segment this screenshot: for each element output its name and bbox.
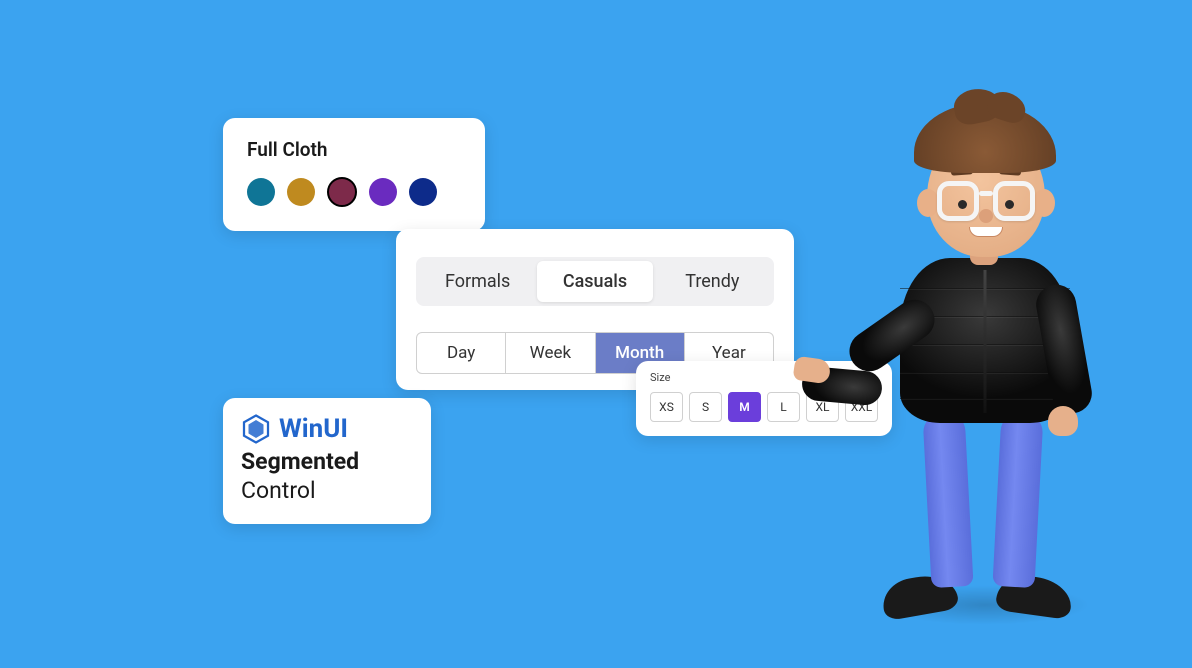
size-l[interactable]: L: [767, 392, 800, 422]
winui-logo-icon: [241, 414, 271, 444]
segment-formals[interactable]: Formals: [420, 261, 535, 302]
full-cloth-title: Full Cloth: [247, 138, 461, 161]
style-segmented-control: Formals Casuals Trendy: [416, 257, 774, 306]
full-cloth-card: Full Cloth: [223, 118, 485, 231]
swatch-teal[interactable]: [247, 178, 275, 206]
size-s[interactable]: S: [689, 392, 722, 422]
title-card: WinUI Segmented Control: [223, 398, 431, 524]
swatch-maroon[interactable]: [327, 177, 357, 207]
character-illustration: [872, 95, 1102, 615]
segment-casuals[interactable]: Casuals: [537, 261, 652, 302]
swatch-purple[interactable]: [369, 178, 397, 206]
winui-brand: WinUI: [279, 414, 348, 444]
segment-day[interactable]: Day: [417, 333, 506, 373]
segment-trendy[interactable]: Trendy: [655, 261, 770, 302]
segment-week[interactable]: Week: [506, 333, 595, 373]
size-m[interactable]: M: [728, 392, 761, 422]
size-xs[interactable]: XS: [650, 392, 683, 422]
color-swatches: [247, 177, 461, 207]
title-segmented: Segmented: [241, 448, 413, 477]
title-control: Control: [241, 477, 413, 504]
swatch-gold[interactable]: [287, 178, 315, 206]
swatch-navy[interactable]: [409, 178, 437, 206]
